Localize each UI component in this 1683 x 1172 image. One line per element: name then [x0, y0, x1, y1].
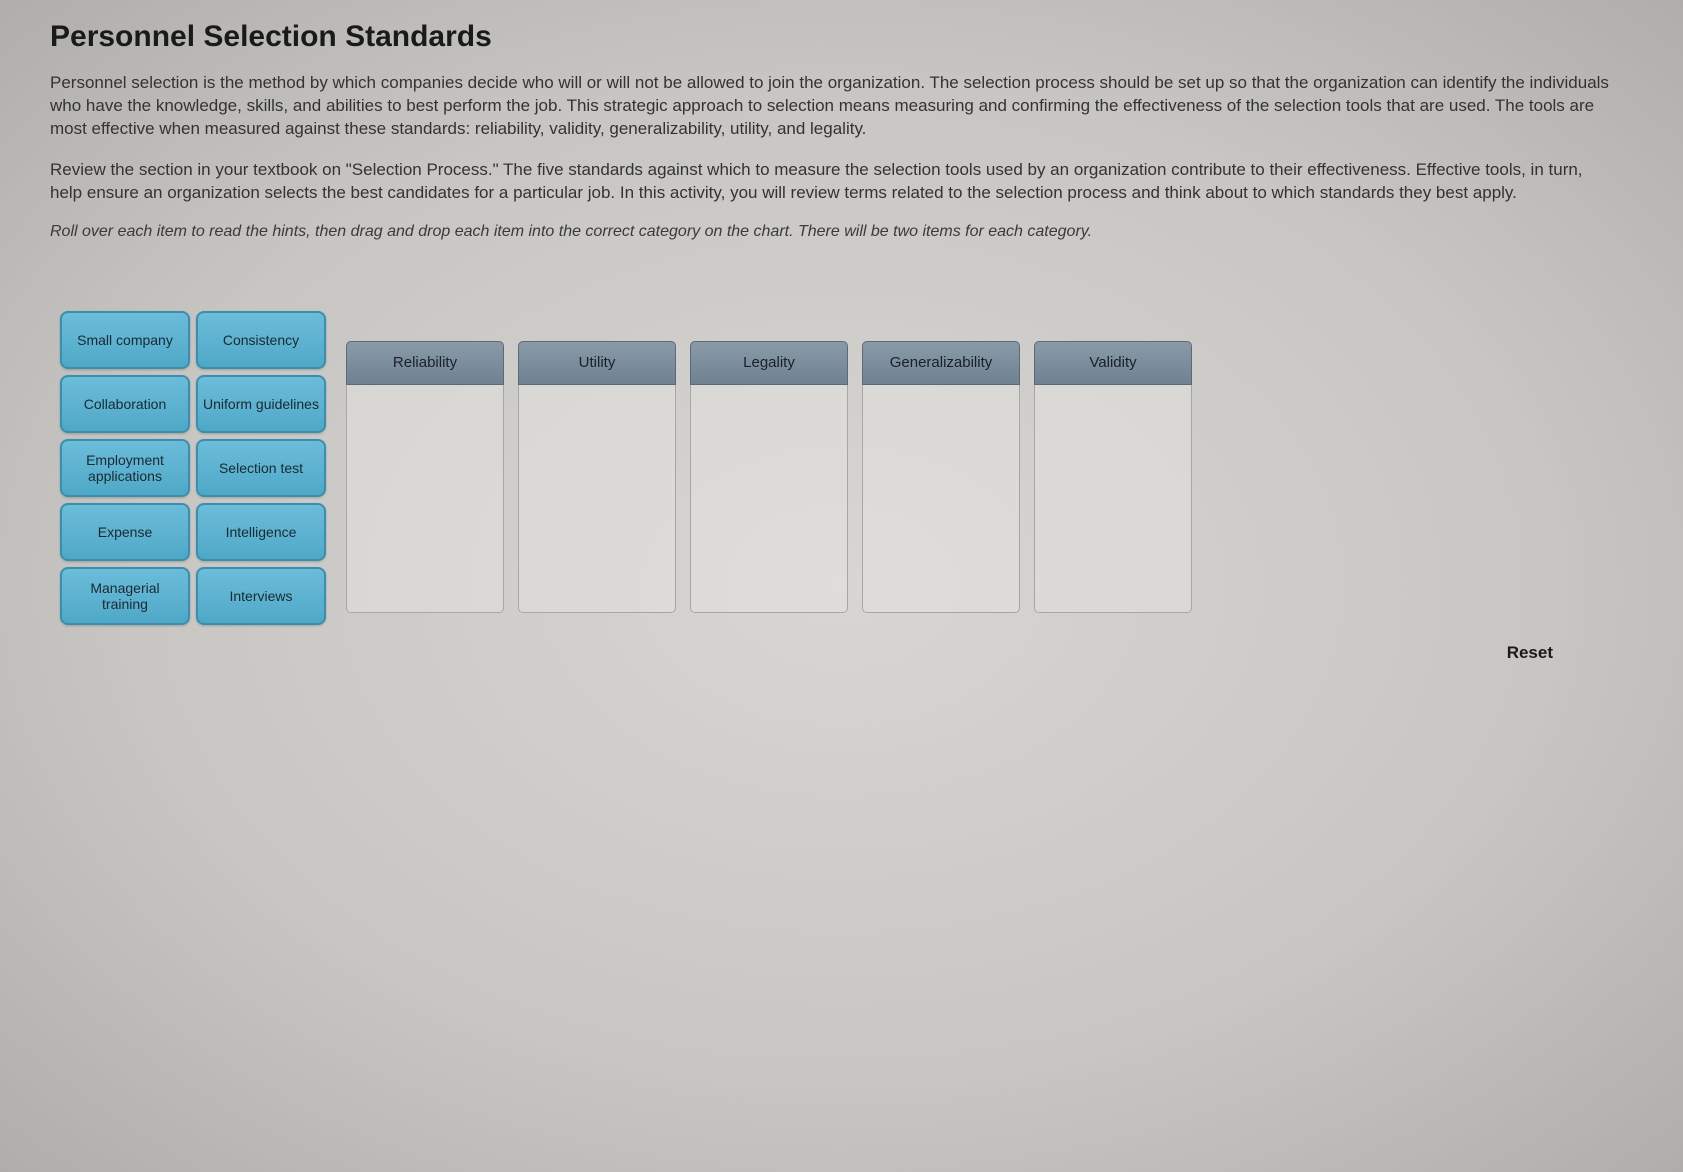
category-generalizability: Generalizability: [862, 341, 1020, 613]
drop-zone-reliability[interactable]: [346, 385, 504, 613]
drag-item-employment-applications[interactable]: Employment applications: [60, 439, 190, 497]
drag-item-intelligence[interactable]: Intelligence: [196, 503, 326, 561]
category-reliability: Reliability: [346, 341, 504, 613]
category-header: Generalizability: [862, 341, 1020, 385]
drag-item-small-company[interactable]: Small company: [60, 311, 190, 369]
drop-categories-row: Reliability Utility Legality Generalizab…: [346, 341, 1192, 613]
category-header: Utility: [518, 341, 676, 385]
reset-row: Reset: [50, 643, 1633, 663]
category-header: Legality: [690, 341, 848, 385]
drop-zone-utility[interactable]: [518, 385, 676, 613]
category-utility: Utility: [518, 341, 676, 613]
drag-item-selection-test[interactable]: Selection test: [196, 439, 326, 497]
drag-item-uniform-guidelines[interactable]: Uniform guidelines: [196, 375, 326, 433]
drop-zone-legality[interactable]: [690, 385, 848, 613]
drag-item-interviews[interactable]: Interviews: [196, 567, 326, 625]
category-header: Reliability: [346, 341, 504, 385]
intro-paragraph-1: Personnel selection is the method by whi…: [50, 72, 1610, 141]
drag-item-managerial-training[interactable]: Managerial training: [60, 567, 190, 625]
category-header: Validity: [1034, 341, 1192, 385]
drag-item-consistency[interactable]: Consistency: [196, 311, 326, 369]
drag-item-expense[interactable]: Expense: [60, 503, 190, 561]
drag-drop-activity: Small company Consistency Collaboration …: [50, 311, 1633, 625]
category-legality: Legality: [690, 341, 848, 613]
reset-button[interactable]: Reset: [1507, 643, 1553, 663]
instruction-text: Roll over each item to read the hints, t…: [50, 223, 1350, 241]
drag-item-collaboration[interactable]: Collaboration: [60, 375, 190, 433]
category-validity: Validity: [1034, 341, 1192, 613]
page-title: Personnel Selection Standards: [50, 20, 1633, 54]
draggable-items-panel: Small company Consistency Collaboration …: [60, 311, 326, 625]
drop-zone-generalizability[interactable]: [862, 385, 1020, 613]
intro-paragraph-2: Review the section in your textbook on "…: [50, 159, 1610, 205]
drop-zone-validity[interactable]: [1034, 385, 1192, 613]
